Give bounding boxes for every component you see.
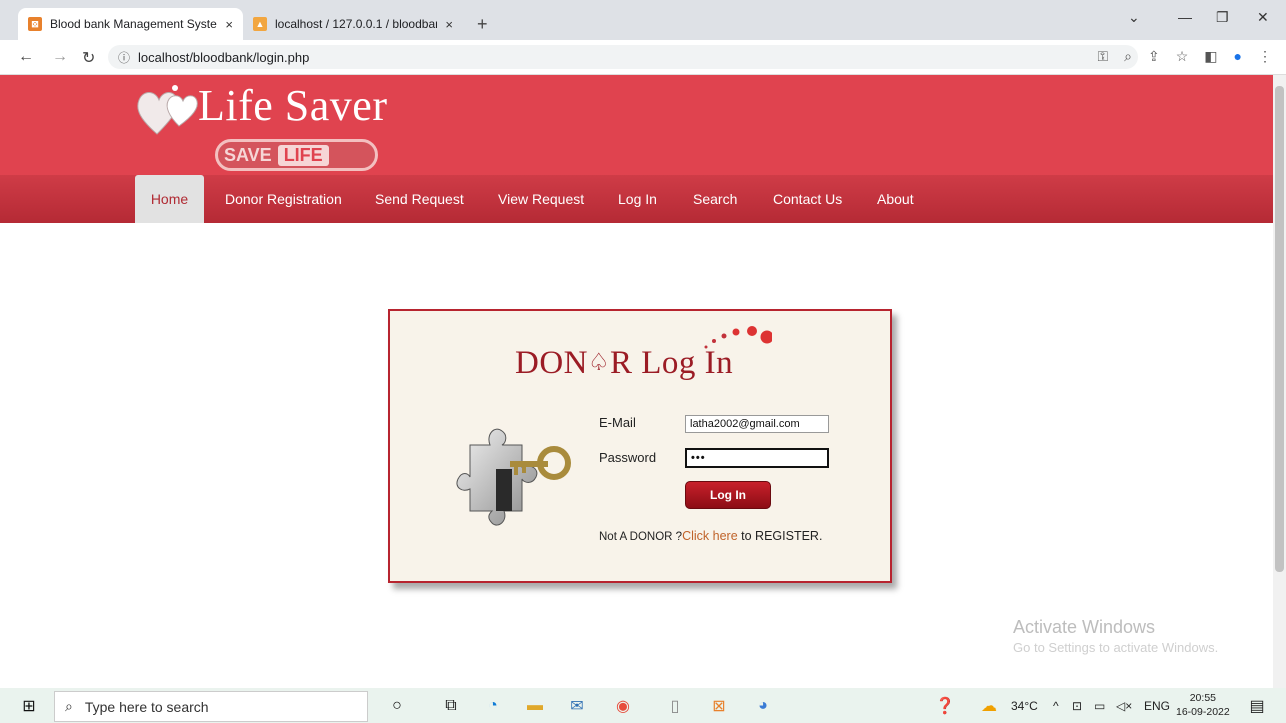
nav-view-request[interactable]: View Request (498, 175, 584, 223)
bookmark-star-icon[interactable]: ☆ (1176, 48, 1189, 65)
share-icon[interactable]: ⇪ (1148, 48, 1160, 65)
tab-title: localhost / 127.0.0.1 / bloodbank (275, 17, 438, 31)
logo-title: Life Saver (198, 81, 388, 130)
address-toolbar: ← → ↻ ⓘ localhost/bloodbank/login.php ⚿ … (0, 40, 1286, 75)
taskbar-search-input[interactable]: ⌕ Type here to search (54, 691, 368, 722)
minimize-icon[interactable]: — (1178, 9, 1192, 25)
language-indicator[interactable]: ENG (1144, 699, 1170, 713)
task-view-icon[interactable]: ⧉ (440, 695, 462, 717)
search-icon: ⌕ (65, 698, 73, 714)
heart-o-icon: ♤ (588, 350, 611, 376)
notification-icon[interactable]: ▤ (1246, 695, 1268, 717)
close-tab-icon[interactable]: × (225, 17, 233, 32)
reload-icon[interactable]: ↻ (82, 48, 95, 68)
password-field[interactable]: ••• (685, 448, 829, 468)
key-icon[interactable]: ⚿ (1098, 48, 1109, 65)
register-suffix: to REGISTER. (737, 529, 823, 543)
chrome-icon[interactable]: ◉ (612, 695, 634, 717)
activate-windows-title: Activate Windows (1013, 617, 1156, 637)
help-icon[interactable]: ❓ (934, 695, 956, 717)
nav-home[interactable]: Home (135, 175, 204, 223)
nav-about[interactable]: About (877, 175, 914, 223)
chrome-profile-icon[interactable]: ◕ (752, 695, 774, 717)
notepad-icon[interactable]: ▯ (664, 695, 686, 717)
email-label: E-Mail (599, 415, 636, 430)
taskbar-clock[interactable]: 20:55 16-09-2022 (1176, 691, 1230, 719)
tab-blood-bank[interactable]: ⊠ Blood bank Management System × (18, 8, 243, 40)
phpmyadmin-favicon-icon: ▲ (253, 17, 267, 31)
weather-temp[interactable]: 34°C (1011, 699, 1038, 713)
new-tab-button[interactable]: + (477, 14, 488, 35)
main-nav: Home Donor Registration Send Request Vie… (0, 175, 1273, 223)
mail-icon[interactable]: ✉ (566, 695, 588, 717)
zoom-icon[interactable]: ⌕ (1124, 48, 1132, 65)
nav-log-in[interactable]: Log In (618, 175, 657, 223)
file-explorer-icon[interactable]: ▬ (524, 695, 546, 717)
volume-icon[interactable]: ◁× (1116, 699, 1132, 713)
email-field[interactable]: latha2002@gmail.com (685, 415, 829, 433)
clock-date: 16-09-2022 (1176, 706, 1230, 718)
tab-phpmyadmin[interactable]: ▲ localhost / 127.0.0.1 / bloodbank × (243, 8, 463, 40)
login-button[interactable]: Log In (685, 481, 771, 509)
weather-icon[interactable]: ☁ (978, 695, 1000, 717)
donor-login-panel: DON♤R Log In E-Mail latha2002@gmail.com … (388, 309, 892, 583)
tab-search-icon[interactable]: ⌄ (1128, 9, 1140, 26)
xampp-icon[interactable]: ⊠ (708, 695, 730, 717)
profile-avatar-icon[interactable]: ● (1234, 48, 1242, 65)
browser-tab-strip: ⊠ Blood bank Management System × ▲ local… (0, 0, 1286, 40)
nav-search[interactable]: Search (693, 175, 737, 223)
restore-icon[interactable]: ❐ (1216, 9, 1229, 26)
window-close-icon[interactable]: ✕ (1257, 9, 1269, 26)
puzzle-key-icon (456, 428, 571, 526)
logo-life-text: LIFE (277, 144, 329, 166)
url-bar[interactable]: ⓘ localhost/bloodbank/login.php (108, 45, 1138, 69)
nav-contact-us[interactable]: Contact Us (773, 175, 842, 223)
windows-start-icon[interactable]: ⊞ (18, 695, 40, 717)
password-label: Password (599, 450, 657, 465)
battery-icon[interactable]: ▭ (1094, 699, 1105, 713)
clock-time: 20:55 (1189, 692, 1216, 704)
register-link[interactable]: Click here (682, 529, 738, 543)
login-title-part1: DON (515, 345, 588, 381)
logo-tagline: SAVE LIFE (215, 139, 378, 171)
close-tab-icon[interactable]: × (445, 17, 453, 32)
xampp-favicon-icon: ⊠ (28, 17, 42, 31)
scrollbar-thumb[interactable] (1275, 86, 1284, 572)
forward-icon[interactable]: → (52, 48, 68, 66)
register-prefix: Not A DONOR ? (599, 531, 683, 543)
edge-icon[interactable]: ◔ (482, 695, 504, 717)
network-icon[interactable]: ⊡ (1072, 699, 1082, 713)
login-title: DON♤R Log In (515, 345, 733, 382)
site-info-icon[interactable]: ⓘ (118, 49, 130, 66)
hearts-logo-icon (137, 85, 198, 135)
side-panel-icon[interactable]: ◧ (1204, 48, 1217, 65)
url-text: localhost/bloodbank/login.php (138, 49, 310, 65)
cortana-icon[interactable]: ○ (386, 695, 408, 717)
back-icon[interactable]: ← (18, 48, 34, 66)
search-placeholder: Type here to search (84, 698, 209, 715)
logo-save-text: SAVE (224, 144, 272, 165)
login-title-part2: R Log In (610, 345, 734, 381)
browser-toolbar-icons: ⚿ ⌕ ⇪ ☆ ◧ ● ⋮ (1098, 48, 1273, 65)
activate-windows-subtitle: Go to Settings to activate Windows. (1013, 640, 1219, 655)
nav-donor-registration[interactable]: Donor Registration (225, 175, 342, 223)
register-prompt: Not A DONOR ?Click here to REGISTER. (599, 529, 822, 543)
tab-title: Blood bank Management System (50, 17, 218, 31)
nav-send-request[interactable]: Send Request (375, 175, 464, 223)
tray-chevron-icon[interactable]: ^ (1053, 699, 1059, 713)
menu-icon[interactable]: ⋮ (1258, 48, 1272, 65)
